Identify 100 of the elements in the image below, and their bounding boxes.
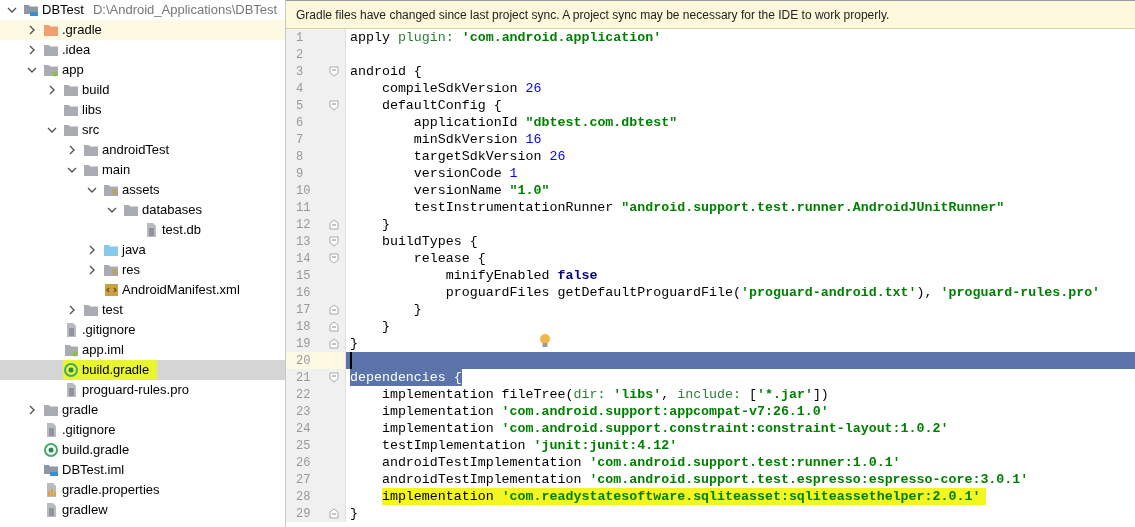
fold-marker-icon[interactable]: [329, 253, 339, 264]
line-number: 10: [295, 182, 312, 200]
line-number: 4: [295, 80, 305, 98]
line-number: 27: [295, 471, 312, 489]
tree-item[interactable]: java: [122, 240, 146, 260]
line-number: 19: [295, 335, 312, 353]
string-literal: 'libs': [613, 386, 662, 403]
tree-item[interactable]: build: [82, 80, 110, 100]
fold-marker-icon[interactable]: [329, 338, 339, 349]
code-text: android {: [350, 63, 422, 80]
code-text: testInstrumentationRunner: [412, 199, 615, 216]
tree-item[interactable]: build.gradle: [62, 440, 130, 460]
tree-item[interactable]: test: [102, 300, 123, 320]
tree-item[interactable]: .gitignore: [82, 320, 136, 340]
tree-item[interactable]: gradle: [62, 400, 99, 420]
line-number: 11: [295, 199, 312, 217]
code-text: dir:: [573, 386, 607, 403]
line-number: 21: [295, 369, 312, 387]
fold-marker-icon[interactable]: [329, 219, 339, 230]
string-literal: 'com.android.support.test:runner:1.0.1': [589, 454, 901, 471]
folder-icon: [83, 302, 99, 318]
module-folder-icon: [43, 62, 59, 78]
code-text: [: [749, 386, 757, 403]
tree-item[interactable]: main: [102, 160, 131, 180]
gradle-icon: [43, 442, 59, 458]
tree-item[interactable]: app: [62, 60, 84, 80]
number-literal: 26: [549, 148, 566, 165]
folder-icon: [43, 402, 59, 418]
tree-item[interactable]: .gradle: [62, 20, 102, 40]
tree-item[interactable]: gradle.properties: [62, 480, 160, 500]
code-text: ),: [916, 284, 934, 301]
line-number: 26: [295, 454, 312, 472]
string-literal: 'junit:junit:4.12': [533, 437, 678, 454]
code-text: }: [412, 301, 422, 318]
module-file-icon: [43, 462, 59, 478]
line-number: 20: [295, 352, 312, 370]
tree-item[interactable]: databases: [142, 200, 202, 220]
string-literal: 'proguard-android.txt': [741, 284, 917, 301]
tree-item[interactable]: AndroidManifest.xml: [122, 280, 240, 300]
fold-marker-icon[interactable]: [329, 508, 339, 519]
gradle-icon: [63, 362, 79, 378]
tree-item[interactable]: proguard-rules.pro: [82, 380, 189, 400]
line-number: 25: [295, 437, 312, 455]
tree-item[interactable]: .gitignore: [62, 420, 116, 440]
code-text: }: [380, 216, 390, 233]
string-literal: 'proguard-rules.pro': [940, 284, 1101, 301]
tree-item[interactable]: DBTest.iml: [62, 460, 125, 480]
tree-item[interactable]: build.gradle: [82, 360, 150, 380]
string-literal: 'com.readystatesoftware.sqliteasset:sqliteassethelper:2.0.1': [501, 489, 981, 504]
string-literal: 'com.android.support.constraint:constraint-layout:1.0.2': [501, 420, 949, 437]
line-number: 22: [295, 386, 312, 404]
line-number: 8: [295, 148, 305, 166]
tree-item[interactable]: test.db: [162, 220, 202, 240]
string-literal: "dbtest.com.dbtest": [525, 114, 678, 131]
code-text: testImplementation: [380, 437, 527, 454]
module-folder-icon: [23, 2, 39, 18]
tree-item[interactable]: libs: [82, 100, 102, 120]
code-text: compileSdkVersion: [380, 80, 519, 97]
resource-folder-icon: [103, 182, 119, 198]
line-number: 1: [295, 29, 305, 47]
line-number: 3: [295, 63, 305, 81]
folder-icon: [43, 22, 59, 38]
folder-icon: [83, 162, 99, 178]
lightbulb-icon[interactable]: [539, 333, 551, 349]
line-number: 28: [295, 488, 312, 506]
tree-item[interactable]: res: [122, 260, 141, 280]
fold-marker-icon[interactable]: [329, 372, 339, 383]
tree-item[interactable]: src: [82, 120, 100, 140]
fold-marker-icon[interactable]: [329, 66, 339, 77]
folder-icon: [103, 242, 119, 258]
folder-icon: [43, 42, 59, 58]
number-literal: 16: [525, 131, 542, 148]
code-text: implementation: [380, 403, 495, 420]
line-number: 6: [295, 114, 305, 132]
code-text: }: [350, 335, 358, 352]
code-text: androidTestImplementation: [380, 454, 583, 471]
code-text: versionCode: [412, 165, 503, 182]
code-text: proguardFiles getDefaultProguardFile(: [444, 284, 741, 301]
fold-marker-icon[interactable]: [329, 236, 339, 247]
code-text: implementation fileTree(: [380, 386, 574, 403]
string-literal: 'com.android.application': [461, 29, 662, 46]
tree-item[interactable]: androidTest: [102, 140, 170, 160]
tree-item[interactable]: gradlew: [62, 500, 108, 520]
fold-marker-icon[interactable]: [329, 100, 339, 111]
folder-icon: [63, 102, 79, 118]
code-text: implementation: [381, 489, 495, 504]
line-number: 24: [295, 420, 312, 438]
tree-item[interactable]: .idea: [62, 40, 91, 60]
code-text: plugin:: [397, 29, 455, 46]
fold-marker-icon[interactable]: [329, 321, 339, 332]
folder-icon: [63, 122, 79, 138]
code-text: minifyEnabled: [444, 267, 551, 284]
number-literal: 26: [525, 80, 542, 97]
code-text: dependencies {: [350, 369, 462, 386]
line-number: 9: [295, 165, 305, 183]
tree-item[interactable]: DBTest: [42, 0, 84, 20]
fold-marker-icon[interactable]: [329, 304, 339, 315]
code-text: }: [350, 505, 358, 522]
tree-item[interactable]: assets: [122, 180, 160, 200]
tree-item[interactable]: app.iml: [82, 340, 124, 360]
